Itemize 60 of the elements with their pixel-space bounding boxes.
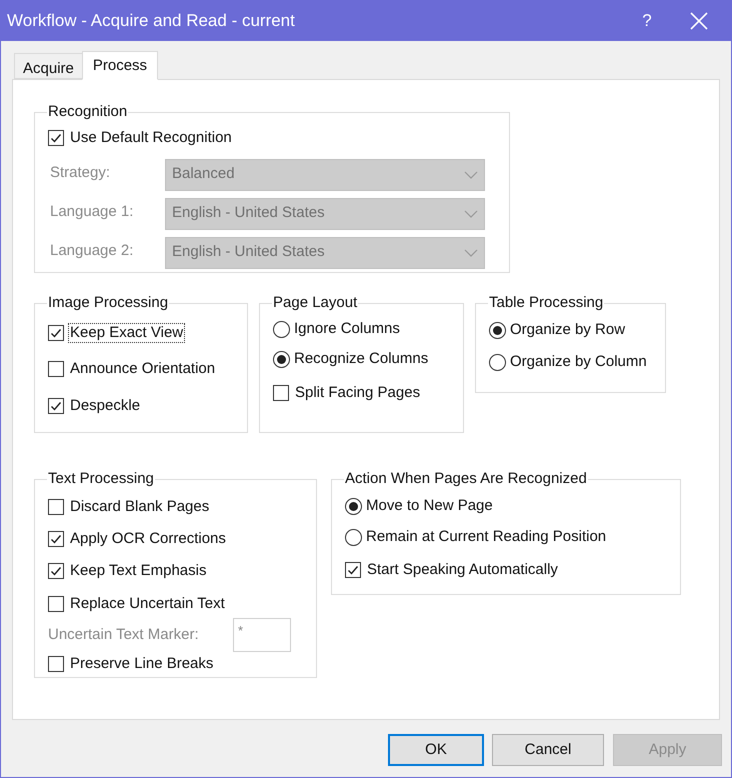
checkmark-icon xyxy=(50,565,62,577)
group-title: Page Layout xyxy=(272,293,358,313)
checkbox[interactable] xyxy=(48,530,64,546)
checkmark-icon xyxy=(347,564,359,576)
radio-button[interactable] xyxy=(489,354,506,371)
checkbox-label: Start Speaking Automatically xyxy=(366,560,559,580)
group-title: Recognition xyxy=(47,102,128,122)
checkbox[interactable] xyxy=(48,324,64,340)
radio-label: Organize by Column xyxy=(510,352,647,372)
field-label: Language 2: xyxy=(49,241,134,261)
checkbox-label: Discard Blank Pages xyxy=(69,496,210,516)
chevron-down-icon xyxy=(464,210,478,218)
group-title: Text Processing xyxy=(47,469,155,489)
radio-label: Ignore Columns xyxy=(294,319,400,340)
checkbox-label: Announce Orientation xyxy=(69,359,216,379)
field-label: Uncertain Text Marker: xyxy=(48,624,199,645)
dialog-button[interactable]: OK xyxy=(388,734,484,766)
checkmark-icon xyxy=(50,132,62,144)
tab[interactable]: Acquire xyxy=(14,53,82,79)
radio-button[interactable] xyxy=(489,322,506,339)
checkbox[interactable] xyxy=(48,398,64,414)
checkbox-label: Keep Text Emphasis xyxy=(69,561,208,581)
radio-label: Remain at Current Reading Position xyxy=(366,527,606,548)
radio-button[interactable] xyxy=(345,498,362,514)
radio-label: Organize by Row xyxy=(510,320,626,340)
checkbox-label: Keep Exact View xyxy=(68,322,186,342)
checkmark-icon xyxy=(50,400,62,412)
field-label: Strategy: xyxy=(49,163,112,183)
help-button[interactable]: ? xyxy=(627,8,667,34)
radio-button[interactable] xyxy=(273,321,290,338)
checkbox[interactable] xyxy=(273,385,289,401)
window-title: Workflow - Acquire and Read - current xyxy=(6,10,296,32)
radio-button[interactable] xyxy=(273,351,290,368)
checkbox-label: Replace Uncertain Text xyxy=(69,594,226,614)
radio-button[interactable] xyxy=(345,529,362,546)
checkbox[interactable] xyxy=(48,498,64,514)
checkbox[interactable] xyxy=(48,361,64,377)
radio-label: Recognize Columns xyxy=(294,349,428,370)
checkmark-icon xyxy=(50,532,62,544)
checkbox[interactable] xyxy=(345,562,361,578)
dialog-button[interactable]: Cancel xyxy=(492,734,604,766)
radio-label: Move to New Page xyxy=(366,496,493,516)
checkbox-label: Split Facing Pages xyxy=(294,383,422,403)
field-label: Language 1: xyxy=(49,202,134,222)
group-title: Action When Pages Are Recognized xyxy=(344,469,588,489)
checkbox-label: Preserve Line Breaks xyxy=(69,654,214,674)
group-title: Image Processing xyxy=(47,293,170,313)
checkbox-label: Apply OCR Corrections xyxy=(69,528,227,548)
checkbox[interactable] xyxy=(48,130,64,146)
checkbox-label: Despeckle xyxy=(69,396,142,416)
tab[interactable]: Process xyxy=(82,51,158,80)
checkbox[interactable] xyxy=(48,563,64,579)
group-title: Table Processing xyxy=(488,293,604,313)
checkbox[interactable] xyxy=(48,596,64,612)
checkbox-label: Use Default Recognition xyxy=(69,128,233,148)
checkbox[interactable] xyxy=(48,656,64,672)
checkmark-icon xyxy=(50,326,62,338)
chevron-down-icon xyxy=(464,248,478,256)
chevron-down-icon xyxy=(464,170,478,178)
close-icon xyxy=(690,12,708,30)
